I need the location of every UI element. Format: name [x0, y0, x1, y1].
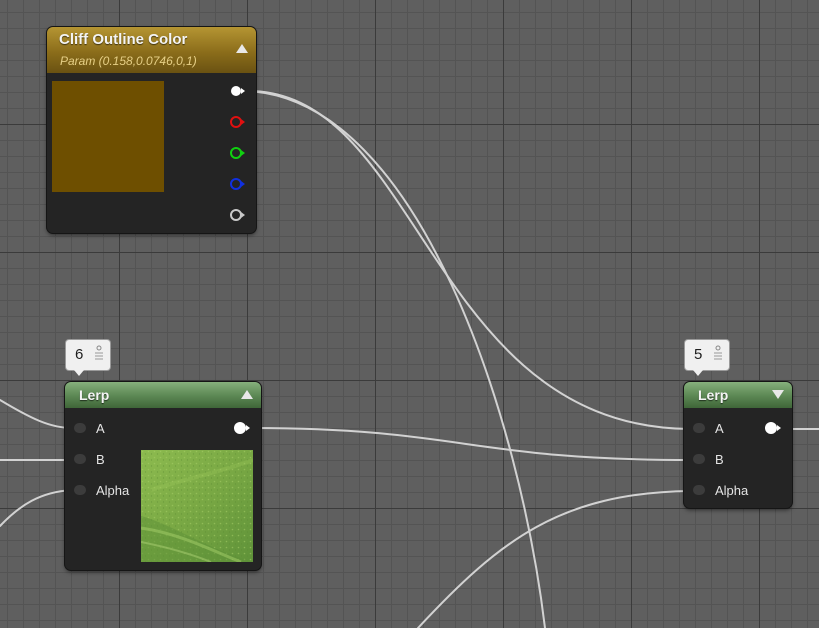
collapse-arrow-icon[interactable] [772, 390, 784, 399]
collapse-arrow-icon[interactable] [241, 390, 253, 399]
badge-number: 6 [75, 346, 84, 363]
input-label-alpha: Alpha [715, 483, 749, 498]
wire-param-to-offscreen-bottom [247, 90, 546, 628]
lerp-node-header[interactable]: Lerp [684, 382, 792, 408]
node-badge-5: 5 [685, 340, 729, 376]
lerp-node-left[interactable]: Lerp A B Alpha [65, 382, 261, 570]
input-label-a: A [715, 421, 724, 436]
input-pin-a[interactable] [74, 423, 86, 433]
texture-preview [141, 450, 253, 562]
input-pin-b[interactable] [74, 454, 86, 464]
input-pin-a[interactable] [693, 423, 705, 433]
output-pin-b[interactable] [230, 178, 245, 190]
node-badge-6: 6 [66, 340, 110, 376]
output-pin-g[interactable] [230, 147, 245, 159]
wire-offscreen-to-lerp6-alpha [0, 489, 73, 527]
wire-param-to-lerp5-a [247, 90, 691, 430]
input-label-b: B [96, 452, 105, 467]
input-pin-alpha[interactable] [74, 485, 86, 495]
lerp-node-right[interactable]: Lerp A B Alpha [684, 382, 792, 508]
input-pin-b[interactable] [693, 454, 705, 464]
param-node-cliff-outline-color[interactable]: Cliff Outline Color Param (0.158,0.0746,… [47, 27, 256, 233]
wire-offscreen-to-lerp5-alpha [417, 490, 691, 628]
instruction-count-icon [95, 345, 103, 360]
output-pin-result[interactable] [764, 421, 782, 435]
wire-lerp6-to-lerp5-b [249, 427, 691, 461]
output-pin-r[interactable] [230, 116, 245, 128]
input-pin-alpha[interactable] [693, 485, 705, 495]
output-pin-a[interactable] [230, 209, 245, 221]
badge-number: 5 [694, 346, 703, 363]
wire-offscreen-to-lerp6-a [0, 399, 73, 429]
lerp-node-header[interactable]: Lerp [65, 382, 261, 408]
input-label-alpha: Alpha [96, 483, 130, 498]
input-label-a: A [96, 421, 105, 436]
output-pins [230, 86, 245, 221]
node-title: Lerp [698, 387, 729, 403]
output-pin-result[interactable] [233, 421, 251, 435]
input-label-b: B [715, 452, 724, 467]
node-title: Lerp [79, 387, 110, 403]
output-pin-rgba[interactable] [231, 86, 245, 96]
instruction-count-icon [714, 345, 722, 360]
